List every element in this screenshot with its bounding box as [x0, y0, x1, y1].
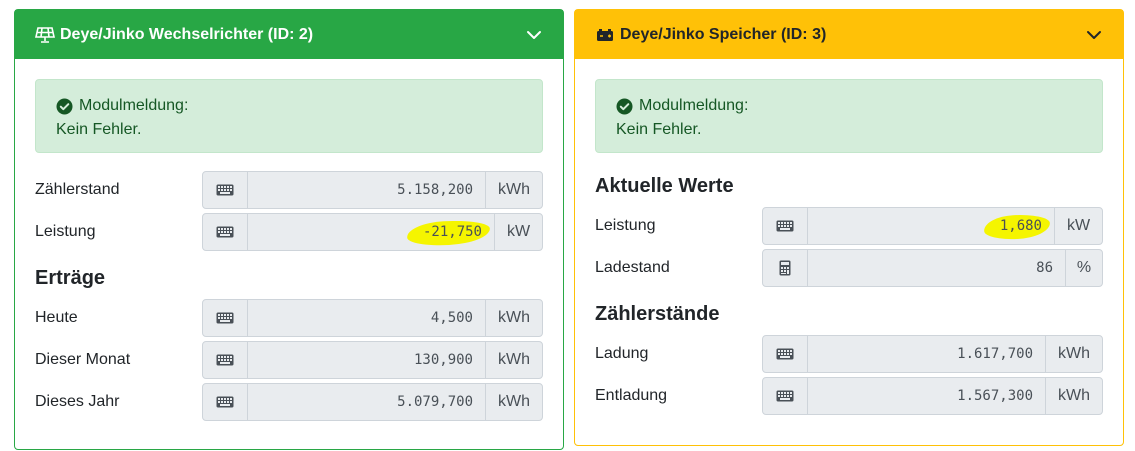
- storage-card-title: Deye/Jinko Speicher (ID: 3): [620, 25, 827, 43]
- row-label: Entladung: [595, 387, 668, 404]
- battery-icon: [595, 27, 615, 43]
- highlighted-value: 1,680: [999, 218, 1042, 234]
- row-label: Zählerstand: [35, 181, 120, 198]
- keyboard-icon: [762, 207, 808, 245]
- power-row: Leistung -21,750 kW: [35, 211, 543, 253]
- alert-label: Modulmeldung:: [79, 97, 189, 114]
- value-field: 5.158,200: [248, 171, 485, 209]
- check-circle-icon: [56, 98, 73, 115]
- value-field: 1.617,700: [808, 335, 1045, 373]
- unit-label: kW: [1054, 207, 1103, 245]
- current-values-heading: Aktuelle Werte: [595, 175, 734, 197]
- inverter-card: Deye/Jinko Wechselrichter (ID: 2) Modulm…: [14, 9, 564, 450]
- value-field: 5.079,700: [248, 383, 485, 421]
- chevron-down-icon[interactable]: [1085, 26, 1103, 44]
- keyboard-icon: [202, 213, 248, 251]
- yields-heading: Erträge: [35, 267, 106, 289]
- keyboard-icon: [202, 341, 248, 379]
- value-field: -21,750: [248, 213, 494, 251]
- value-field: 130,900: [248, 341, 485, 379]
- inverter-card-header[interactable]: Deye/Jinko Wechselrichter (ID: 2): [15, 10, 563, 59]
- row-label: Dieser Monat: [35, 351, 131, 368]
- meter-reading-row: Zählerstand 5.158,200 kWh: [35, 169, 543, 211]
- value-field: 1,680: [808, 207, 1054, 245]
- yield-month-row: Dieser Monat 130,900 kWh: [35, 339, 543, 381]
- storage-card: Deye/Jinko Speicher (ID: 3) Modulmeldung…: [574, 9, 1124, 446]
- row-label: Leistung: [595, 217, 656, 234]
- alert-message: Kein Fehler.: [56, 121, 142, 138]
- inverter-card-title: Deye/Jinko Wechselrichter (ID: 2): [60, 25, 314, 43]
- keyboard-icon: [202, 171, 248, 209]
- storage-card-header[interactable]: Deye/Jinko Speicher (ID: 3): [575, 10, 1123, 59]
- unit-label: kWh: [1045, 335, 1103, 373]
- value-field: 86: [808, 249, 1065, 287]
- alert-label: Modulmeldung:: [639, 97, 749, 114]
- state-of-charge-row: Ladestand 86 %: [595, 247, 1103, 289]
- unit-label: kWh: [485, 171, 543, 209]
- charge-meter-row: Ladung 1.617,700 kWh: [595, 333, 1103, 375]
- highlighted-value: -21,750: [422, 224, 482, 240]
- row-label: Dieses Jahr: [35, 393, 120, 410]
- meters-heading: Zählerstände: [595, 303, 720, 325]
- keyboard-icon: [202, 299, 248, 337]
- yield-year-row: Dieses Jahr 5.079,700 kWh: [35, 381, 543, 423]
- chevron-down-icon[interactable]: [525, 26, 543, 44]
- row-label: Ladung: [595, 345, 649, 362]
- row-label: Leistung: [35, 223, 96, 240]
- discharge-meter-row: Entladung 1.567,300 kWh: [595, 375, 1103, 417]
- row-label: Ladestand: [595, 259, 670, 276]
- unit-label: kWh: [485, 299, 543, 337]
- solar-panel-icon: [35, 26, 55, 43]
- unit-label: kW: [494, 213, 543, 251]
- value-field: 1.567,300: [808, 377, 1045, 415]
- keyboard-icon: [762, 335, 808, 373]
- module-status-alert: Modulmeldung: Kein Fehler.: [595, 79, 1103, 153]
- unit-label: kWh: [485, 383, 543, 421]
- unit-label: %: [1065, 249, 1103, 287]
- keyboard-icon: [202, 383, 248, 421]
- calculator-icon: [762, 249, 808, 287]
- row-label: Heute: [35, 309, 78, 326]
- unit-label: kWh: [485, 341, 543, 379]
- storage-power-row: Leistung 1,680 kW: [595, 205, 1103, 247]
- value-field: 4,500: [248, 299, 485, 337]
- alert-message: Kein Fehler.: [616, 121, 702, 138]
- check-circle-icon: [616, 98, 633, 115]
- unit-label: kWh: [1045, 377, 1103, 415]
- module-status-alert: Modulmeldung: Kein Fehler.: [35, 79, 543, 153]
- yield-today-row: Heute 4,500 kWh: [35, 297, 543, 339]
- keyboard-icon: [762, 377, 808, 415]
